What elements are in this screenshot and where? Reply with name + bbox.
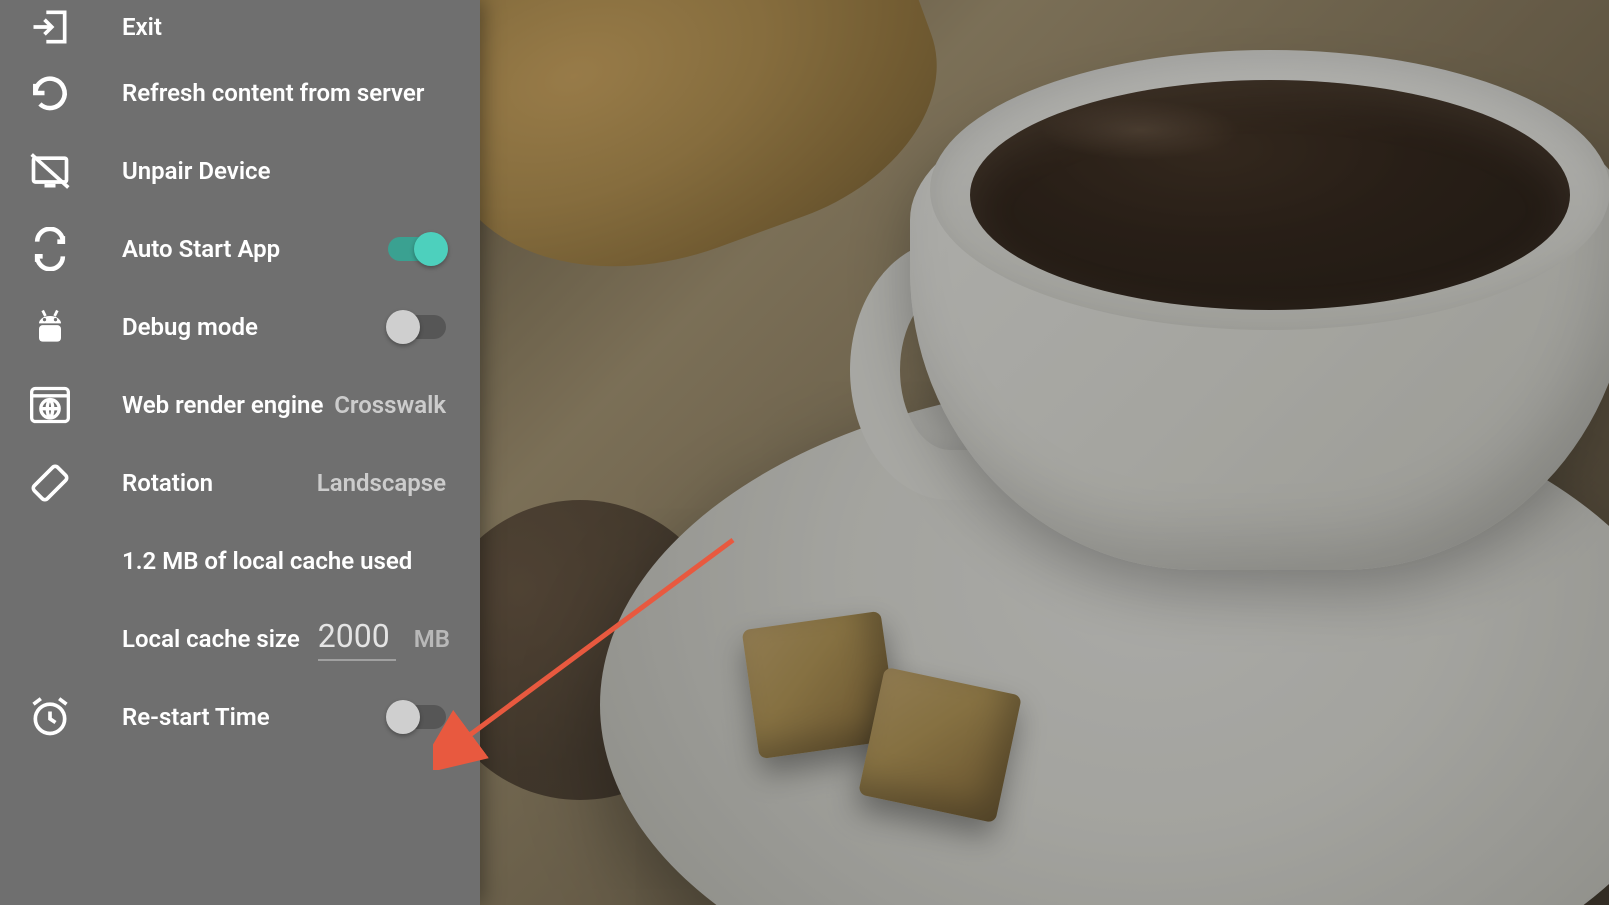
debug-row: Debug mode	[0, 288, 480, 366]
autostart-label: Auto Start App	[122, 235, 388, 263]
refresh-button[interactable]: Refresh content from server	[0, 54, 480, 132]
cache-size-label: Local cache size	[122, 625, 300, 653]
cache-size-input[interactable]	[318, 617, 396, 661]
cache-size-unit: MB	[414, 625, 450, 653]
cache-size-row: Local cache size MB	[0, 600, 480, 678]
android-icon	[28, 305, 122, 349]
refresh-icon	[28, 71, 122, 115]
autostart-toggle[interactable]	[388, 237, 446, 261]
sync-icon	[28, 227, 122, 271]
restart-time-toggle[interactable]	[388, 705, 446, 729]
unpair-icon	[28, 149, 122, 193]
exit-button[interactable]: Exit	[0, 0, 480, 54]
exit-icon	[28, 5, 122, 49]
webrender-value: Crosswalk	[334, 391, 446, 419]
cache-used-label: 1.2 MB of local cache used	[122, 547, 480, 575]
browser-icon	[28, 383, 122, 427]
restart-time-label: Re-start Time	[122, 703, 388, 731]
debug-toggle[interactable]	[388, 315, 446, 339]
alarm-icon	[28, 695, 122, 739]
settings-sidebar: Exit Refresh content from server Unpair …	[0, 0, 480, 905]
rotation-row[interactable]: Rotation Landscapse	[0, 444, 480, 522]
unpair-label: Unpair Device	[122, 157, 480, 185]
cache-used-row: 1.2 MB of local cache used	[0, 522, 480, 600]
restart-time-row: Re-start Time	[0, 678, 480, 756]
webrender-label: Web render engine	[122, 391, 334, 419]
webrender-row[interactable]: Web render engine Crosswalk	[0, 366, 480, 444]
exit-label: Exit	[122, 13, 480, 41]
rotation-value: Landscapse	[317, 469, 446, 497]
rotation-label: Rotation	[122, 469, 317, 497]
rotation-icon	[28, 461, 122, 505]
unpair-button[interactable]: Unpair Device	[0, 132, 480, 210]
autostart-row: Auto Start App	[0, 210, 480, 288]
debug-label: Debug mode	[122, 313, 388, 341]
refresh-label: Refresh content from server	[122, 79, 480, 107]
